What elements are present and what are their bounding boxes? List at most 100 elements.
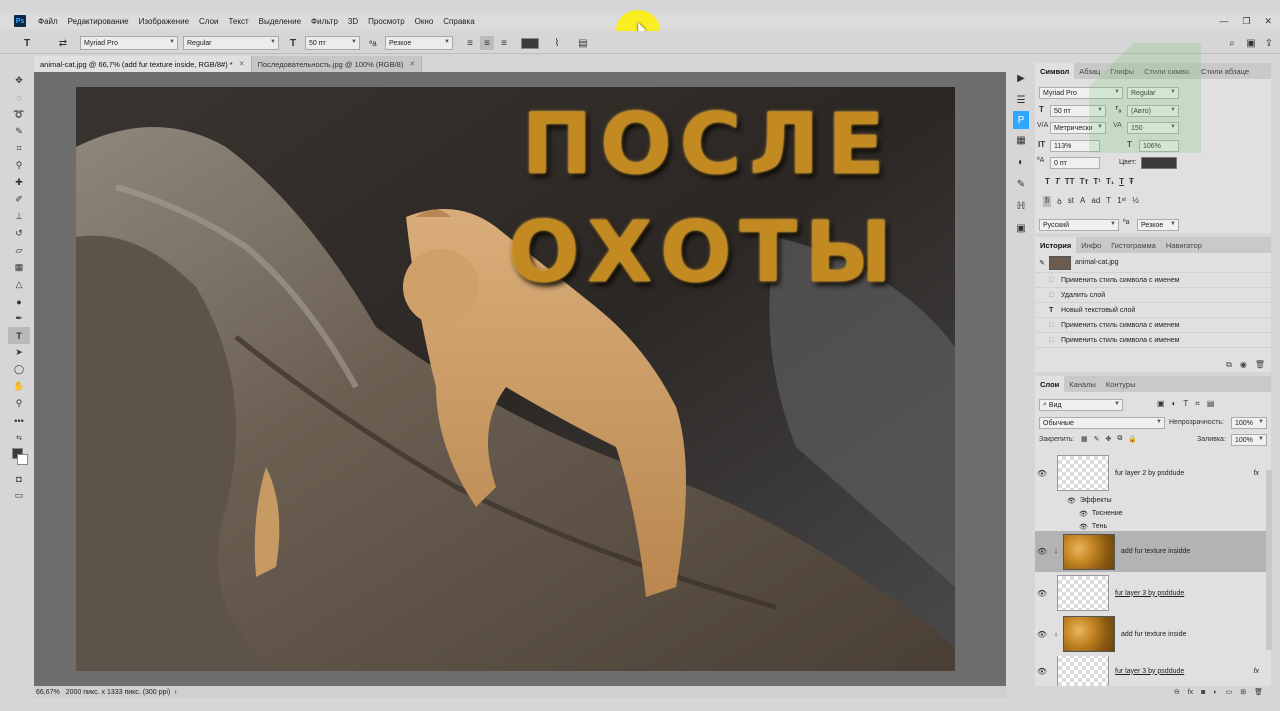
visibility-eye-icon[interactable]: 👁 xyxy=(1067,497,1076,505)
dodge-tool-icon[interactable]: ● xyxy=(8,293,30,310)
swap-colors-icon[interactable]: ⇆ xyxy=(8,429,30,446)
char-antialias-select[interactable]: Резкое ▼ xyxy=(1137,219,1179,231)
layer-row[interactable]: 👁 ↓ add fur texture inside xyxy=(1035,614,1271,654)
tab-info[interactable]: Инфо xyxy=(1076,237,1106,253)
ordinal-button[interactable]: 1ˢᵗ xyxy=(1117,196,1126,207)
layers-scrollbar[interactable] xyxy=(1266,470,1272,650)
brush-tool-icon[interactable]: ✐ xyxy=(8,191,30,208)
tab-navigator[interactable]: Навигатор xyxy=(1161,237,1207,253)
swash-button[interactable]: st xyxy=(1068,196,1074,207)
search-icon[interactable]: ⌕ xyxy=(1225,36,1239,50)
gradient-tool-icon[interactable]: ▦ xyxy=(8,259,30,276)
text-color-swatch[interactable] xyxy=(521,38,539,49)
eraser-tool-icon[interactable]: ▱ xyxy=(8,242,30,259)
effect-bevel-row[interactable]: 👁 Тиснение xyxy=(1035,507,1271,520)
blur-tool-icon[interactable]: △ xyxy=(8,276,30,293)
canvas-text-line2[interactable]: ОХОТЫ xyxy=(508,203,900,301)
fractions-button[interactable]: ½ xyxy=(1132,196,1139,207)
screen-mode-icon[interactable]: ▭ xyxy=(8,487,30,504)
visibility-eye-icon[interactable]: 👁 xyxy=(1035,589,1049,598)
healing-tool-icon[interactable]: ✚ xyxy=(8,174,30,191)
all-caps-button[interactable]: TT xyxy=(1065,177,1075,186)
adjustment-filter-icon[interactable]: ◐ xyxy=(1172,399,1177,409)
history-snapshot[interactable]: ✎ animal-cat.jpg xyxy=(1035,253,1271,273)
lock-artboard-icon[interactable]: ⧉ xyxy=(1117,435,1122,443)
stylistic-alt-button[interactable]: A xyxy=(1080,196,1085,207)
shape-tool-icon[interactable]: ◯ xyxy=(8,361,30,378)
close-button[interactable]: ✕ xyxy=(1264,16,1272,27)
tab-layers[interactable]: Слои xyxy=(1035,376,1065,392)
type-tool-icon[interactable]: T xyxy=(8,327,30,344)
faux-italic-button[interactable]: T xyxy=(1055,177,1060,186)
layer-row[interactable]: 👁 fur layer 2 by psddude fx xyxy=(1035,453,1271,493)
opacity-input[interactable]: 100% ▼ xyxy=(1231,417,1267,429)
snapshot-camera-icon[interactable]: ◉ xyxy=(1240,360,1247,370)
lock-pixels-icon[interactable]: ✎ xyxy=(1094,435,1100,443)
play-icon[interactable]: ▶ xyxy=(1010,67,1032,89)
new-layer-icon[interactable]: ⊞ xyxy=(1240,688,1246,696)
grid-icon[interactable]: ▦ xyxy=(1010,129,1032,151)
delete-layer-icon[interactable]: 🗑 xyxy=(1254,688,1263,696)
smart-object-filter-icon[interactable]: ▤ xyxy=(1207,399,1215,409)
char-color-swatch[interactable] xyxy=(1141,157,1177,169)
more-tools-icon[interactable]: ••• xyxy=(8,412,30,429)
tab-history[interactable]: История xyxy=(1035,237,1077,253)
effects-row[interactable]: 👁 Эффекты xyxy=(1035,494,1271,507)
zoom-tool-icon[interactable]: ⚲ xyxy=(8,395,30,412)
visibility-eye-icon[interactable]: 👁 xyxy=(1079,510,1088,518)
link-layers-icon[interactable]: ⊖ xyxy=(1174,688,1180,696)
layer-row[interactable]: 👁 fur layer 3 by psddude fx xyxy=(1035,656,1271,686)
document-canvas[interactable]: ПОСЛЕ ОХОТЫ xyxy=(76,87,955,671)
marquee-tool-icon[interactable]: ◌ xyxy=(8,89,30,106)
menu-file[interactable]: Файл xyxy=(38,17,58,26)
language-select[interactable]: Русский ▼ xyxy=(1039,219,1119,231)
align-left-icon[interactable]: ≡ xyxy=(463,36,477,50)
visibility-eye-icon[interactable]: 👁 xyxy=(1035,630,1049,639)
add-style-icon[interactable]: fx xyxy=(1188,689,1193,696)
blend-mode-select[interactable]: Обычные ▼ xyxy=(1039,417,1165,429)
lock-transparency-icon[interactable]: ▦ xyxy=(1081,435,1088,443)
lasso-tool-icon[interactable]: ➰ xyxy=(8,106,30,123)
workspace-icon[interactable]: ▣ xyxy=(1244,36,1258,50)
faux-bold-button[interactable]: T xyxy=(1045,177,1050,186)
fx-badge[interactable]: fx xyxy=(1254,470,1259,477)
warp-text-icon[interactable]: ⌇ xyxy=(550,36,564,50)
trash-icon[interactable]: 🗑 xyxy=(1255,360,1265,370)
history-brush-tool-icon[interactable]: ↺ xyxy=(8,225,30,242)
align-center-icon[interactable]: ≡ xyxy=(480,36,494,50)
menu-filter[interactable]: Фильтр xyxy=(311,17,338,26)
small-caps-button[interactable]: Tт xyxy=(1080,177,1089,186)
menu-view[interactable]: Просмотр xyxy=(368,17,405,26)
menu-type[interactable]: Текст xyxy=(228,17,248,26)
new-group-icon[interactable]: ▭ xyxy=(1226,688,1233,696)
type-filter-icon[interactable]: T xyxy=(1183,399,1188,409)
tab-paths[interactable]: Контуры xyxy=(1101,376,1140,392)
visibility-eye-icon[interactable]: 👁 xyxy=(1079,523,1088,531)
layer-row-selected[interactable]: 👁 ↓ add fur texture insidde xyxy=(1035,531,1271,572)
add-mask-icon[interactable]: ◙ xyxy=(1201,689,1205,696)
pen-tool-icon[interactable]: ✒ xyxy=(8,310,30,327)
adjustment-layer-icon[interactable]: ◐ xyxy=(1213,689,1217,696)
subscript-button[interactable]: T₁ xyxy=(1106,177,1114,186)
chevron-right-icon[interactable]: › xyxy=(174,689,176,696)
font-family-select[interactable]: Myriad Pro ▼ xyxy=(80,36,178,50)
history-item[interactable]: □ Применить стиль символа с именем xyxy=(1035,273,1271,288)
menu-window[interactable]: Окно xyxy=(415,17,434,26)
pixel-filter-icon[interactable]: ▣ xyxy=(1157,399,1165,409)
visibility-eye-icon[interactable]: 👁 xyxy=(1035,469,1049,478)
titling-button[interactable]: ad xyxy=(1091,196,1100,207)
tab-sequence[interactable]: Последовательность.jpg @ 100% (RGB/8) ✕ xyxy=(251,56,423,72)
stamp-tool-icon[interactable]: ⊥ xyxy=(8,208,30,225)
hand-tool-icon[interactable]: ✋ xyxy=(8,378,30,395)
menu-image[interactable]: Изображение xyxy=(139,17,189,26)
fx-badge[interactable]: fx xyxy=(1254,668,1259,675)
quick-select-tool-icon[interactable]: ✎ xyxy=(8,123,30,140)
font-size-select[interactable]: 50 пт ▼ xyxy=(305,36,360,50)
paragraph-icon[interactable]: P xyxy=(1013,111,1029,129)
minimize-button[interactable]: — xyxy=(1219,16,1228,26)
character-panel-icon[interactable]: ▤ xyxy=(576,36,590,50)
foreground-color-swatch[interactable] xyxy=(8,446,30,470)
align-right-icon[interactable]: ≡ xyxy=(497,36,511,50)
tab-character[interactable]: Символ xyxy=(1035,63,1075,79)
type-tool-icon[interactable]: T xyxy=(20,36,34,50)
